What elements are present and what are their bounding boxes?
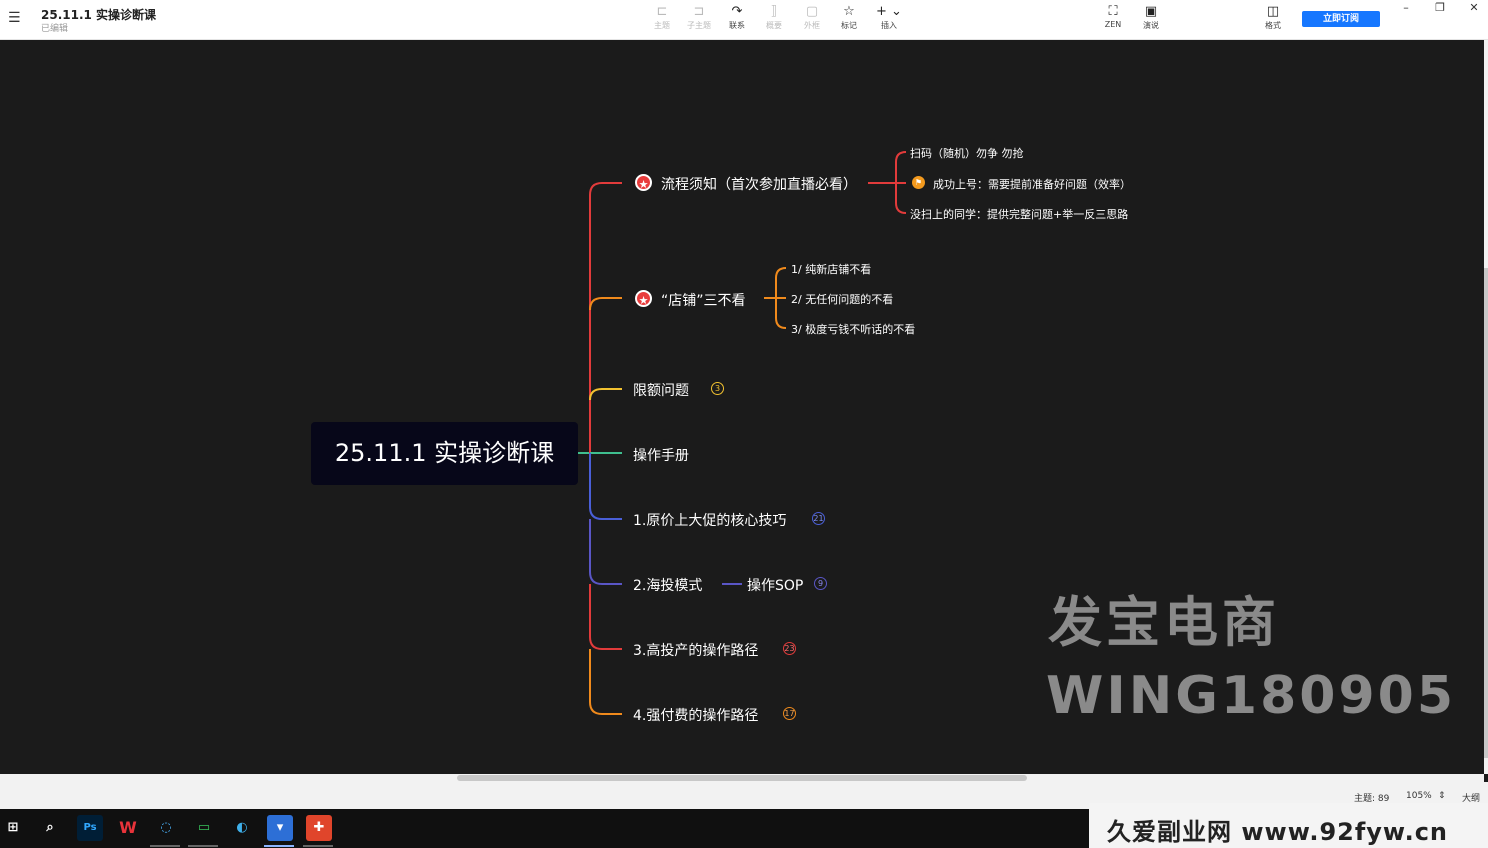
subscribe-button[interactable]: 立即订阅 [1302, 11, 1380, 27]
flag-icon: ⚑ [912, 176, 925, 189]
boundary-button[interactable]: ▢ 外框 [797, 4, 827, 31]
priority-star-icon: ★ [635, 290, 652, 307]
present-button[interactable]: ▣ 演说 [1136, 4, 1166, 31]
panel-icon: ◫ [1266, 4, 1280, 19]
horizontal-scrollbar-thumb[interactable] [457, 775, 1027, 781]
subtopic[interactable]: 成功上号：需要提前准备好问题（效率） [933, 176, 1131, 192]
xmind-icon[interactable]: ▾ [267, 815, 293, 841]
subtopic-icon: ⊐ [693, 4, 705, 19]
fullscreen-icon: ⛶ [1108, 4, 1118, 19]
title-bar: ☰ 25.11.1 实操诊断课 已编辑 ⊏ 主题 ⊐ 子主题 ↷ 联系 ⟧ 概要 ▢ 外框… [0, 0, 1488, 40]
star-icon: ☆ [843, 4, 855, 19]
search-icon[interactable]: ⌕ [37, 815, 63, 841]
topic-button[interactable]: ⊏ 主题 [647, 4, 677, 31]
branch-topic[interactable]: 操作手册 [633, 445, 689, 465]
zen-button[interactable]: ⛶ ZEN [1098, 4, 1128, 29]
collapsed-count-badge[interactable]: 3 [711, 382, 724, 395]
branch-topic[interactable]: 1.原价上大促的核心技巧 [633, 510, 786, 530]
collapsed-count-badge[interactable]: 17 [783, 707, 796, 720]
browser-icon[interactable]: ◌ [153, 815, 179, 841]
summary-button[interactable]: ⟧ 概要 [759, 4, 789, 31]
subtopic[interactable]: 扫码（随机）勿争 勿抢 [910, 145, 1024, 161]
subtopic[interactable]: 操作SOP [747, 575, 803, 595]
format-button[interactable]: ◫ 格式 [1258, 4, 1288, 31]
document-status: 已编辑 [41, 24, 69, 34]
running-indicator [188, 845, 218, 847]
watermark-brand: 发宝电商 [1048, 591, 1280, 654]
app-icon[interactable]: ✚ [306, 815, 332, 841]
subtopic[interactable]: 3/ 极度亏钱不听话的不看 [791, 321, 915, 337]
zoom-level[interactable]: 105% [1406, 791, 1432, 801]
subtopic[interactable]: 没扫上的同学：提供完整问题+举一反三思路 [910, 206, 1128, 222]
plus-icon: + ⌄ [876, 4, 902, 19]
site-watermark: 久爱副业网 www.92fyw.cn [1089, 803, 1488, 848]
vertical-scrollbar-thumb[interactable] [1484, 268, 1488, 758]
active-indicator [264, 845, 294, 847]
root-topic[interactable]: 25.11.1 实操诊断课 [311, 422, 578, 485]
maximize-icon[interactable]: ❐ [1432, 1, 1448, 14]
root-topic-label: 25.11.1 实操诊断课 [334, 439, 555, 467]
collapsed-count-badge[interactable]: 21 [812, 512, 825, 525]
start-icon[interactable]: ⊞ [0, 815, 26, 841]
topic-icon: ⊏ [656, 4, 668, 19]
collapsed-count-badge[interactable]: 9 [814, 577, 827, 590]
branch-topic[interactable]: 3.高投产的操作路径 [633, 640, 758, 660]
branch-topic[interactable]: 限额问题 [633, 380, 689, 400]
relation-icon: ↷ [731, 4, 743, 19]
summary-icon: ⟧ [770, 4, 778, 19]
subtopic-button[interactable]: ⊐ 子主题 [684, 4, 714, 31]
close-icon[interactable]: ✕ [1466, 1, 1482, 14]
watermark-id: WING180905 [1046, 666, 1456, 726]
subtopic[interactable]: 1/ 纯新店铺不看 [791, 261, 871, 277]
marker-button[interactable]: ☆ 标记 [834, 4, 864, 31]
minimize-icon[interactable]: – [1398, 1, 1414, 14]
chat-icon[interactable]: ▭ [191, 815, 217, 841]
branch-topic[interactable]: 4.强付费的操作路径 [633, 705, 758, 725]
branch-topic[interactable]: 2.海投模式 [633, 575, 702, 595]
collapsed-count-badge[interactable]: 23 [783, 642, 796, 655]
wps-icon[interactable]: W [115, 815, 141, 841]
boundary-icon: ▢ [805, 4, 819, 19]
running-indicator [303, 845, 333, 847]
branch-topic[interactable]: “店铺”三不看 [661, 290, 746, 310]
insert-button[interactable]: + ⌄ 插入 [874, 4, 904, 31]
photoshop-icon[interactable]: Ps [77, 815, 103, 841]
site-watermark-text: 久爱副业网 www.92fyw.cn [1107, 818, 1449, 846]
play-icon: ▣ [1144, 4, 1158, 19]
branch-topic[interactable]: 流程须知（首次参加直播必看） [661, 174, 857, 194]
mindmap-canvas[interactable] [0, 40, 1484, 774]
priority-star-icon: ★ [635, 174, 652, 191]
subtopic[interactable]: 2/ 无任何问题的不看 [791, 291, 893, 307]
running-indicator [150, 845, 180, 847]
edge-icon[interactable]: ◐ [229, 815, 255, 841]
relation-button[interactable]: ↷ 联系 [722, 4, 752, 31]
zoom-stepper-icon[interactable]: ⇕ [1438, 791, 1446, 801]
menu-icon[interactable]: ☰ [8, 11, 24, 25]
